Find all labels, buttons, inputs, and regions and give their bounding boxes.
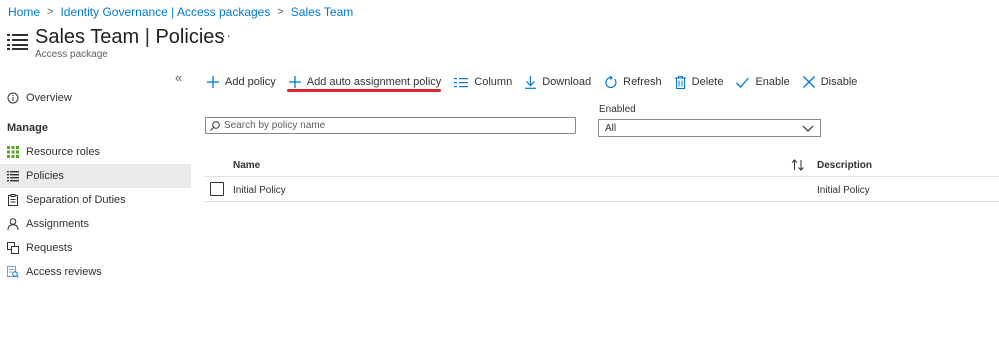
policy-name-cell[interactable]: Initial Policy — [233, 185, 286, 196]
policies-table: Name Description Initial Policy Initial … — [205, 153, 999, 202]
policy-description-cell: Initial Policy — [817, 185, 870, 196]
column-header-description[interactable]: Description — [817, 160, 872, 171]
row-checkbox[interactable] — [210, 182, 224, 196]
enabled-filter-dropdown[interactable]: All — [598, 119, 821, 137]
search-box[interactable] — [205, 117, 576, 134]
refresh-icon — [605, 75, 617, 88]
download-button[interactable]: Download — [525, 75, 591, 89]
sidebar-item-requests[interactable]: Requests — [0, 236, 191, 260]
sort-icon[interactable] — [791, 159, 805, 171]
sidebar-item-label: Requests — [26, 242, 73, 254]
sidebar-item-access-reviews[interactable]: Access reviews — [0, 260, 191, 284]
list-icon — [7, 34, 28, 50]
grid-icon — [7, 146, 19, 158]
sidebar-item-label: Assignments — [26, 218, 89, 230]
collapse-sidebar-icon[interactable]: « — [175, 70, 182, 85]
info-icon — [7, 92, 19, 104]
column-button[interactable]: Column — [454, 76, 512, 88]
sidebar-item-policies[interactable]: Policies — [0, 164, 191, 188]
breadcrumb-identity-governance[interactable]: Identity Governance | Access packages — [60, 5, 270, 19]
delete-button[interactable]: Delete — [674, 75, 723, 89]
search-icon — [210, 120, 220, 131]
close-icon — [802, 76, 815, 88]
page-title: Sales Team | Policies — [35, 26, 225, 48]
column-header-name[interactable]: Name — [233, 160, 260, 171]
sidebar-item-assignments[interactable]: Assignments — [0, 212, 191, 236]
enabled-filter-label: Enabled — [599, 104, 636, 115]
sidebar-item-overview[interactable]: Overview — [0, 86, 191, 110]
chevron-right-icon: > — [277, 6, 284, 18]
sidebar-item-label: Access reviews — [26, 266, 102, 278]
search-input[interactable] — [220, 120, 575, 131]
highlight-underline — [287, 89, 441, 92]
sidebar-item-label: Policies — [26, 170, 64, 182]
download-icon — [525, 75, 537, 89]
breadcrumb-sales-team[interactable]: Sales Team — [291, 5, 353, 19]
sidebar-section-manage: Manage — [7, 122, 48, 134]
chevron-right-icon: > — [47, 6, 54, 18]
page-title-section: Policies — [155, 26, 225, 48]
sidebar-item-label: Resource roles — [26, 146, 100, 158]
enabled-filter-value: All — [605, 122, 617, 134]
requests-icon — [7, 242, 19, 254]
table-row[interactable]: Initial Policy Initial Policy — [205, 177, 999, 202]
breadcrumb: Home > Identity Governance | Access pack… — [8, 5, 353, 19]
breadcrumb-home[interactable]: Home — [8, 5, 40, 19]
add-policy-button[interactable]: Add policy — [207, 76, 276, 88]
page-subtitle: Access package — [35, 49, 108, 60]
trash-icon — [674, 75, 686, 89]
sidebar-item-resource-roles[interactable]: Resource roles — [0, 140, 191, 164]
plus-icon — [207, 76, 219, 88]
plus-icon — [288, 76, 301, 88]
list-icon — [7, 171, 19, 182]
review-icon — [7, 266, 19, 278]
sidebar-item-separation-of-duties[interactable]: Separation of Duties — [0, 188, 191, 212]
sidebar-item-label: Separation of Duties — [26, 194, 126, 206]
sidebar-item-label: Overview — [26, 92, 72, 104]
person-icon — [7, 218, 19, 230]
refresh-button[interactable]: Refresh — [604, 75, 662, 89]
enable-button[interactable]: Enable — [736, 76, 790, 88]
disable-button[interactable]: Disable — [802, 76, 857, 88]
columns-icon — [454, 77, 469, 87]
more-options-icon[interactable]: ··· — [216, 28, 232, 43]
chevron-down-icon — [802, 125, 814, 132]
sidebar: « Overview Manage Resource roles Policie… — [0, 68, 191, 340]
clipboard-icon — [8, 194, 18, 206]
table-header: Name Description — [205, 153, 999, 177]
add-auto-assignment-policy-button[interactable]: Add auto assignment policy — [288, 76, 441, 88]
page-title-main: Sales Team — [35, 26, 140, 48]
checkmark-icon — [736, 77, 750, 88]
